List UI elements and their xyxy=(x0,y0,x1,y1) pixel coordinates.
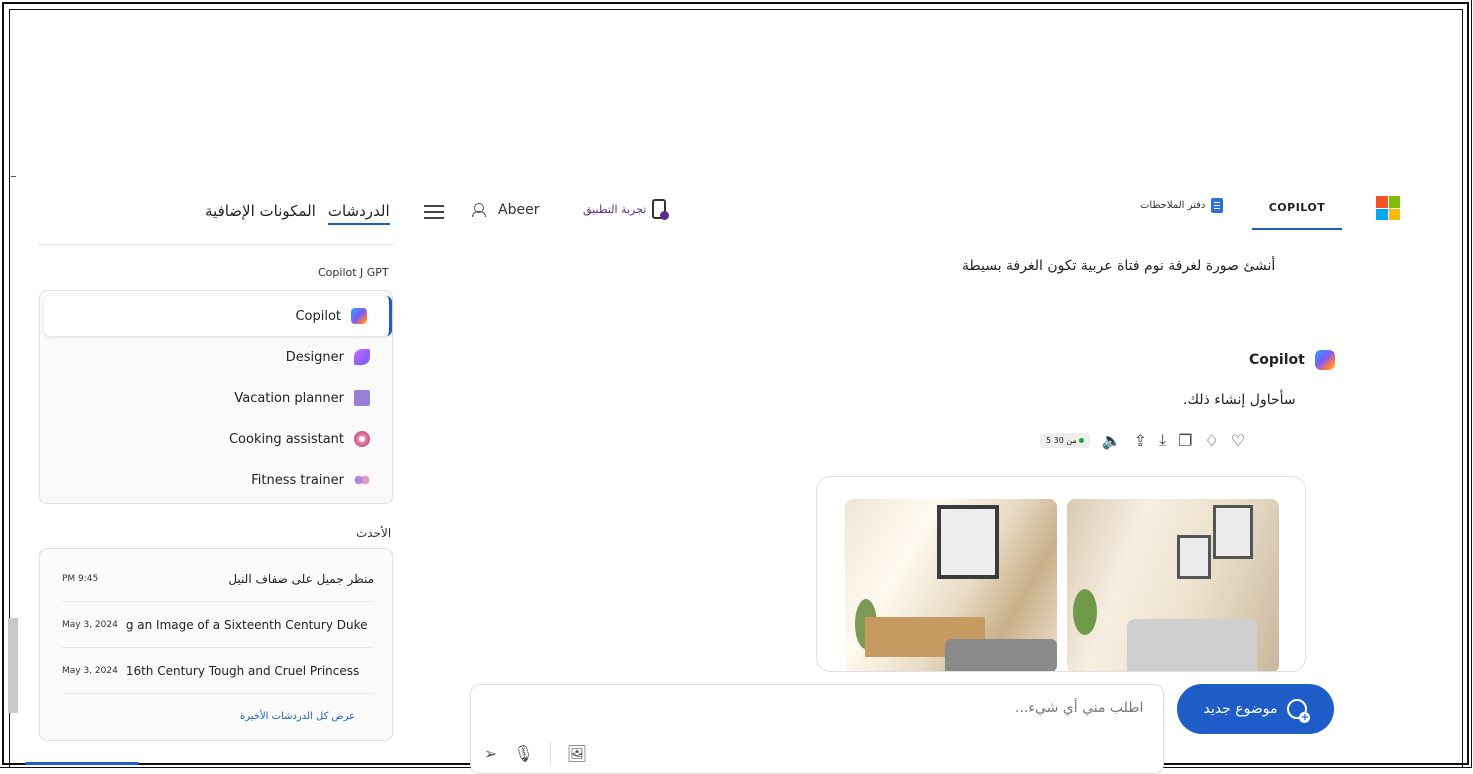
download-icon[interactable]: ⤓ xyxy=(1159,430,1166,450)
scrollbar[interactable] xyxy=(8,618,18,713)
gpt-label: Designer xyxy=(285,349,344,365)
copy-icon[interactable]: ❐ xyxy=(1178,431,1192,450)
recent-time: May 3, 2024 xyxy=(62,665,118,676)
tools-divider xyxy=(549,742,551,764)
recent-time: May 3, 2024 xyxy=(62,619,118,630)
notebook-icon xyxy=(1211,198,1224,213)
gpt-section-title: Copilot J GPT xyxy=(318,266,389,279)
counter-text: 5 من 30 xyxy=(1046,435,1077,445)
microsoft-logo-icon[interactable] xyxy=(1376,196,1400,220)
gpt-list: Copilot Designer Vacation planner Cookin… xyxy=(39,290,393,504)
frame-art xyxy=(1213,505,1253,559)
tab-chats[interactable]: الدردشات xyxy=(327,202,390,225)
recent-title: g an Image of a Sixteenth Century Duke xyxy=(125,617,368,632)
recent-title: منظر جميل على ضفاف النيل xyxy=(228,571,374,586)
frame-art xyxy=(1177,535,1211,579)
copilot-icon xyxy=(1314,350,1335,370)
recent-item[interactable]: May 3, 2024 16th Century Tough and Cruel… xyxy=(62,648,374,694)
gpt-label: Vacation planner xyxy=(234,390,344,406)
phone-icon xyxy=(652,199,670,220)
tab-copilot[interactable]: COPILOT xyxy=(1252,194,1342,230)
try-app-button[interactable]: تجربة التطبيق xyxy=(583,199,670,220)
dumbbell-icon xyxy=(354,472,370,488)
generated-images-card xyxy=(816,476,1306,672)
recent-section-title: الأحدث xyxy=(356,526,392,540)
edge-tick xyxy=(11,176,16,177)
gpt-label: Cooking assistant xyxy=(228,431,344,447)
gpt-label: Copilot xyxy=(295,308,341,324)
user-icon xyxy=(472,203,486,217)
gpt-item-cooking-assistant[interactable]: Cooking assistant xyxy=(44,419,392,459)
recent-time: PM 9:45 xyxy=(62,573,99,584)
gpt-label: Fitness trainer xyxy=(251,472,344,488)
new-chat-icon xyxy=(1287,699,1311,723)
thumbs-up-icon[interactable]: ♡ xyxy=(1231,431,1245,450)
microphone-icon[interactable]: 🎙 xyxy=(513,744,533,763)
tab-plugins[interactable]: المكونات الإضافية xyxy=(205,202,316,225)
gpt-item-fitness-trainer[interactable]: Fitness trainer xyxy=(44,460,392,500)
view-all-chats-link[interactable]: عرض كل الدردشات الأخيرة xyxy=(240,711,355,722)
frame-art xyxy=(937,505,999,579)
assistant-header: Copilot xyxy=(1249,350,1335,370)
user-name: Abeer xyxy=(498,202,540,218)
suitcase-icon xyxy=(354,390,370,406)
designer-icon xyxy=(354,349,370,365)
generated-image[interactable] xyxy=(1067,499,1279,671)
user-profile[interactable]: Abeer xyxy=(472,202,539,218)
tab-notebook[interactable]: دفتر الملاحظات xyxy=(1140,198,1224,213)
cooking-icon xyxy=(354,431,370,447)
generated-image[interactable] xyxy=(845,499,1057,671)
assistant-name: Copilot xyxy=(1249,352,1305,368)
sidebar-bottom-bar xyxy=(25,762,139,765)
bed xyxy=(1127,619,1257,671)
read-aloud-icon[interactable]: 🔈 xyxy=(1102,431,1122,450)
notebook-tab-label: دفتر الملاحظات xyxy=(1140,200,1206,211)
bed xyxy=(945,639,1057,671)
new-topic-button[interactable]: موضوع جديد xyxy=(1177,684,1334,734)
sidebar-divider xyxy=(38,244,394,245)
gpt-item-copilot[interactable]: Copilot xyxy=(44,296,392,336)
thumbs-down-icon[interactable]: ♢ xyxy=(1205,431,1219,450)
send-icon[interactable]: ➢ xyxy=(484,744,497,763)
response-counter: 5 من 30 xyxy=(1040,432,1090,448)
composer-input[interactable]: اطلب مني أي شيء... xyxy=(1015,700,1143,716)
image-upload-icon[interactable]: 🖼 xyxy=(567,744,587,763)
assistant-message: سأحاول إنشاء ذلك. xyxy=(1183,392,1296,408)
status-dot xyxy=(1078,437,1084,443)
try-app-label: تجربة التطبيق xyxy=(583,202,647,216)
composer-tools: ➢ 🎙 🖼 xyxy=(484,742,587,764)
message-actions: 5 من 30 🔈 ⇪ ⤓ ❐ ♢ ♡ xyxy=(1040,430,1245,450)
copilot-icon xyxy=(351,308,367,324)
share-icon[interactable]: ⇪ xyxy=(1134,431,1147,450)
gpt-item-designer[interactable]: Designer xyxy=(44,337,392,377)
menu-icon[interactable] xyxy=(424,205,444,219)
recent-item[interactable]: PM 9:45 منظر جميل على ضفاف النيل xyxy=(62,556,374,602)
user-message: أنشئ صورة لغرفة نوم فتاة عربية تكون الغر… xyxy=(962,258,1276,274)
plant xyxy=(1073,589,1097,635)
recent-item[interactable]: May 3, 2024 g an Image of a Sixteenth Ce… xyxy=(62,602,374,648)
gpt-item-vacation-planner[interactable]: Vacation planner xyxy=(44,378,392,418)
recent-title: 16th Century Tough and Cruel Princess xyxy=(125,663,360,678)
new-topic-label: موضوع جديد xyxy=(1203,701,1278,717)
sidebar-tabs: المكونات الإضافية الدردشات xyxy=(205,202,390,225)
